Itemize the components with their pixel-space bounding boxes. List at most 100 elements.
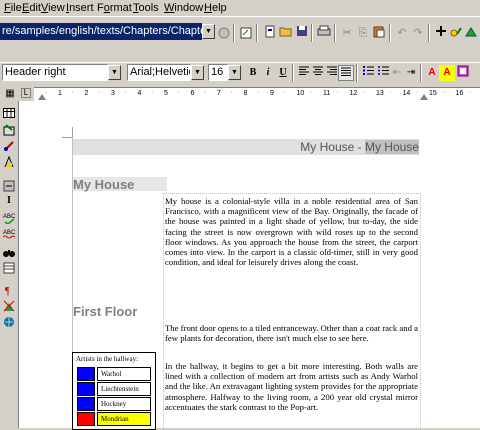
data-sources-icon[interactable] bbox=[2, 262, 16, 276]
page-header-text: My House - My House bbox=[300, 139, 419, 155]
ruler-tick-label: 12 bbox=[349, 90, 358, 97]
artist-name: Liechtenstein bbox=[97, 382, 151, 396]
url-combobox[interactable]: re/samples/english/texts/Chapters/Chapte… bbox=[0, 23, 202, 40]
highlighting-icon[interactable]: A bbox=[439, 65, 455, 81]
menu-view[interactable]: View bbox=[41, 2, 65, 14]
edit-file-icon[interactable] bbox=[238, 25, 254, 41]
main-toolbar: I ABC ABC ¶ bbox=[0, 101, 19, 428]
ruler-dot: · bbox=[310, 89, 313, 96]
stylist-icon[interactable] bbox=[448, 25, 464, 41]
ruler-tick-label: 4 bbox=[137, 90, 142, 97]
ruler-tick-label: 13 bbox=[376, 90, 384, 97]
ruler-dot: · bbox=[442, 89, 445, 96]
toolbar-separator bbox=[389, 24, 391, 42]
artist-color-swatch bbox=[77, 412, 95, 426]
font-color-icon[interactable]: A bbox=[424, 65, 440, 81]
graphics-off-icon[interactable] bbox=[2, 300, 16, 314]
artist-row-liechtenstein: Liechtenstein bbox=[77, 382, 153, 396]
menu-help[interactable]: Help bbox=[204, 2, 227, 14]
justify-icon[interactable] bbox=[338, 65, 354, 81]
insert-object-icon[interactable] bbox=[2, 140, 16, 154]
menu-bar: File Edit View Insert Format Tools Windo… bbox=[0, 0, 480, 16]
show-draw-functions-icon[interactable] bbox=[2, 155, 16, 170]
open-folder-icon[interactable] bbox=[278, 25, 294, 41]
form-functions-icon[interactable] bbox=[2, 180, 16, 194]
ruler-dot: · bbox=[257, 89, 260, 96]
increase-indent-icon[interactable]: ⇥ bbox=[403, 65, 419, 81]
new-document-icon[interactable] bbox=[262, 25, 278, 41]
artist-name: Mondrian bbox=[97, 412, 151, 426]
ruler-dot: · bbox=[177, 89, 180, 96]
menu-edit[interactable]: Edit bbox=[22, 2, 41, 14]
paragraph-intro[interactable]: My house is a colonial-style villa in a … bbox=[165, 196, 418, 288]
artist-color-swatch bbox=[77, 397, 95, 411]
gallery-icon[interactable] bbox=[463, 25, 479, 41]
horizontal-ruler[interactable]: 1·2·3·4·5·6·7·8·9·10·11·12·13·14·15·16·1… bbox=[34, 87, 480, 102]
ruler-tick-label: 14 bbox=[402, 90, 411, 97]
table-grid-icon[interactable]: ▦ bbox=[3, 88, 17, 99]
paragraph-hallway[interactable]: In the hallway, it begins to get a bit m… bbox=[165, 361, 418, 428]
undo-icon[interactable]: ↶ bbox=[394, 25, 410, 41]
bold-button[interactable]: B bbox=[245, 65, 261, 81]
ruler-dot: · bbox=[124, 89, 127, 96]
navigator-icon[interactable] bbox=[433, 25, 449, 41]
ruler-dot: · bbox=[71, 89, 74, 96]
ruler-dot: · bbox=[230, 89, 233, 96]
numbering-icon[interactable] bbox=[360, 65, 376, 81]
paragraph-style-combobox[interactable]: Header right bbox=[2, 64, 108, 81]
italic-button[interactable]: i bbox=[260, 65, 276, 81]
artist-color-swatch bbox=[77, 367, 95, 381]
text-cursor-icon[interactable]: I bbox=[2, 194, 16, 208]
artists-table-frame[interactable]: Artists in the hallway: Warhol Liechtens… bbox=[72, 352, 156, 430]
menu-file[interactable]: File bbox=[4, 2, 22, 14]
spellcheck-icon[interactable]: ABC bbox=[2, 212, 16, 226]
artist-row-warhol: Warhol bbox=[77, 367, 153, 381]
artist-row-hockney: Hockney bbox=[77, 397, 153, 411]
background-color-icon[interactable] bbox=[455, 65, 471, 81]
insert-fields-icon[interactable] bbox=[2, 124, 16, 138]
save-icon[interactable] bbox=[294, 25, 310, 41]
toolbar-separator bbox=[356, 64, 358, 82]
ruler-tick-label: 9 bbox=[270, 90, 274, 97]
font-size-combobox[interactable]: 16 bbox=[208, 64, 228, 81]
paragraph-front-door[interactable]: The front door opens to a tiled entrance… bbox=[165, 323, 418, 355]
left-indent-marker[interactable] bbox=[38, 94, 46, 100]
ruler-dot: · bbox=[469, 89, 472, 96]
online-layout-icon[interactable] bbox=[2, 316, 16, 330]
menu-format[interactable]: Format bbox=[97, 2, 132, 14]
url-dropdown-button[interactable]: ▼ bbox=[202, 24, 215, 39]
autospellcheck-icon[interactable]: ABC bbox=[2, 228, 16, 242]
paragraph-style-dropdown-button[interactable]: ▼ bbox=[108, 65, 121, 80]
ruler-dot: · bbox=[416, 89, 419, 96]
tab-stop-selector[interactable]: L bbox=[21, 88, 31, 98]
ruler-dot: · bbox=[151, 89, 154, 96]
menu-insert[interactable]: Insert bbox=[66, 2, 94, 14]
ruler-tick-label: 2 bbox=[84, 90, 89, 97]
heading-my-house: My House bbox=[73, 177, 135, 192]
paste-icon[interactable] bbox=[371, 25, 387, 41]
nonprinting-characters-icon[interactable]: ¶ bbox=[2, 284, 16, 298]
ruler-dot: · bbox=[204, 89, 207, 96]
menu-tools[interactable]: Tools bbox=[133, 2, 159, 14]
artist-name: Warhol bbox=[97, 367, 151, 381]
cut-icon[interactable]: ✂ bbox=[339, 25, 355, 41]
underline-button[interactable]: U bbox=[275, 65, 291, 81]
menu-window[interactable]: Window bbox=[164, 2, 203, 14]
font-size-dropdown-button[interactable]: ▼ bbox=[228, 65, 241, 80]
ruler-tick-label: 6 bbox=[190, 90, 195, 97]
copy-icon[interactable]: ⎘ bbox=[355, 25, 371, 41]
artist-name: Hockney bbox=[97, 397, 151, 411]
ruler-tick-label: 10 bbox=[296, 90, 305, 97]
ruler-tick-label: 1 bbox=[58, 90, 62, 97]
redo-icon[interactable]: ↷ bbox=[410, 25, 426, 41]
ruler-tick-label: 3 bbox=[111, 90, 115, 97]
ruler-tick-label: 16 bbox=[455, 90, 464, 97]
insert-table-icon[interactable] bbox=[2, 108, 16, 122]
find-replace-icon[interactable] bbox=[2, 246, 16, 260]
print-icon[interactable] bbox=[316, 25, 332, 41]
stop-loading-icon[interactable] bbox=[216, 25, 232, 41]
artist-row-mondrian: Mondrian bbox=[77, 412, 153, 426]
right-indent-marker[interactable] bbox=[420, 94, 428, 100]
font-name-combobox[interactable]: Arial;Helvetica bbox=[127, 64, 191, 81]
font-name-dropdown-button[interactable]: ▼ bbox=[191, 65, 204, 80]
